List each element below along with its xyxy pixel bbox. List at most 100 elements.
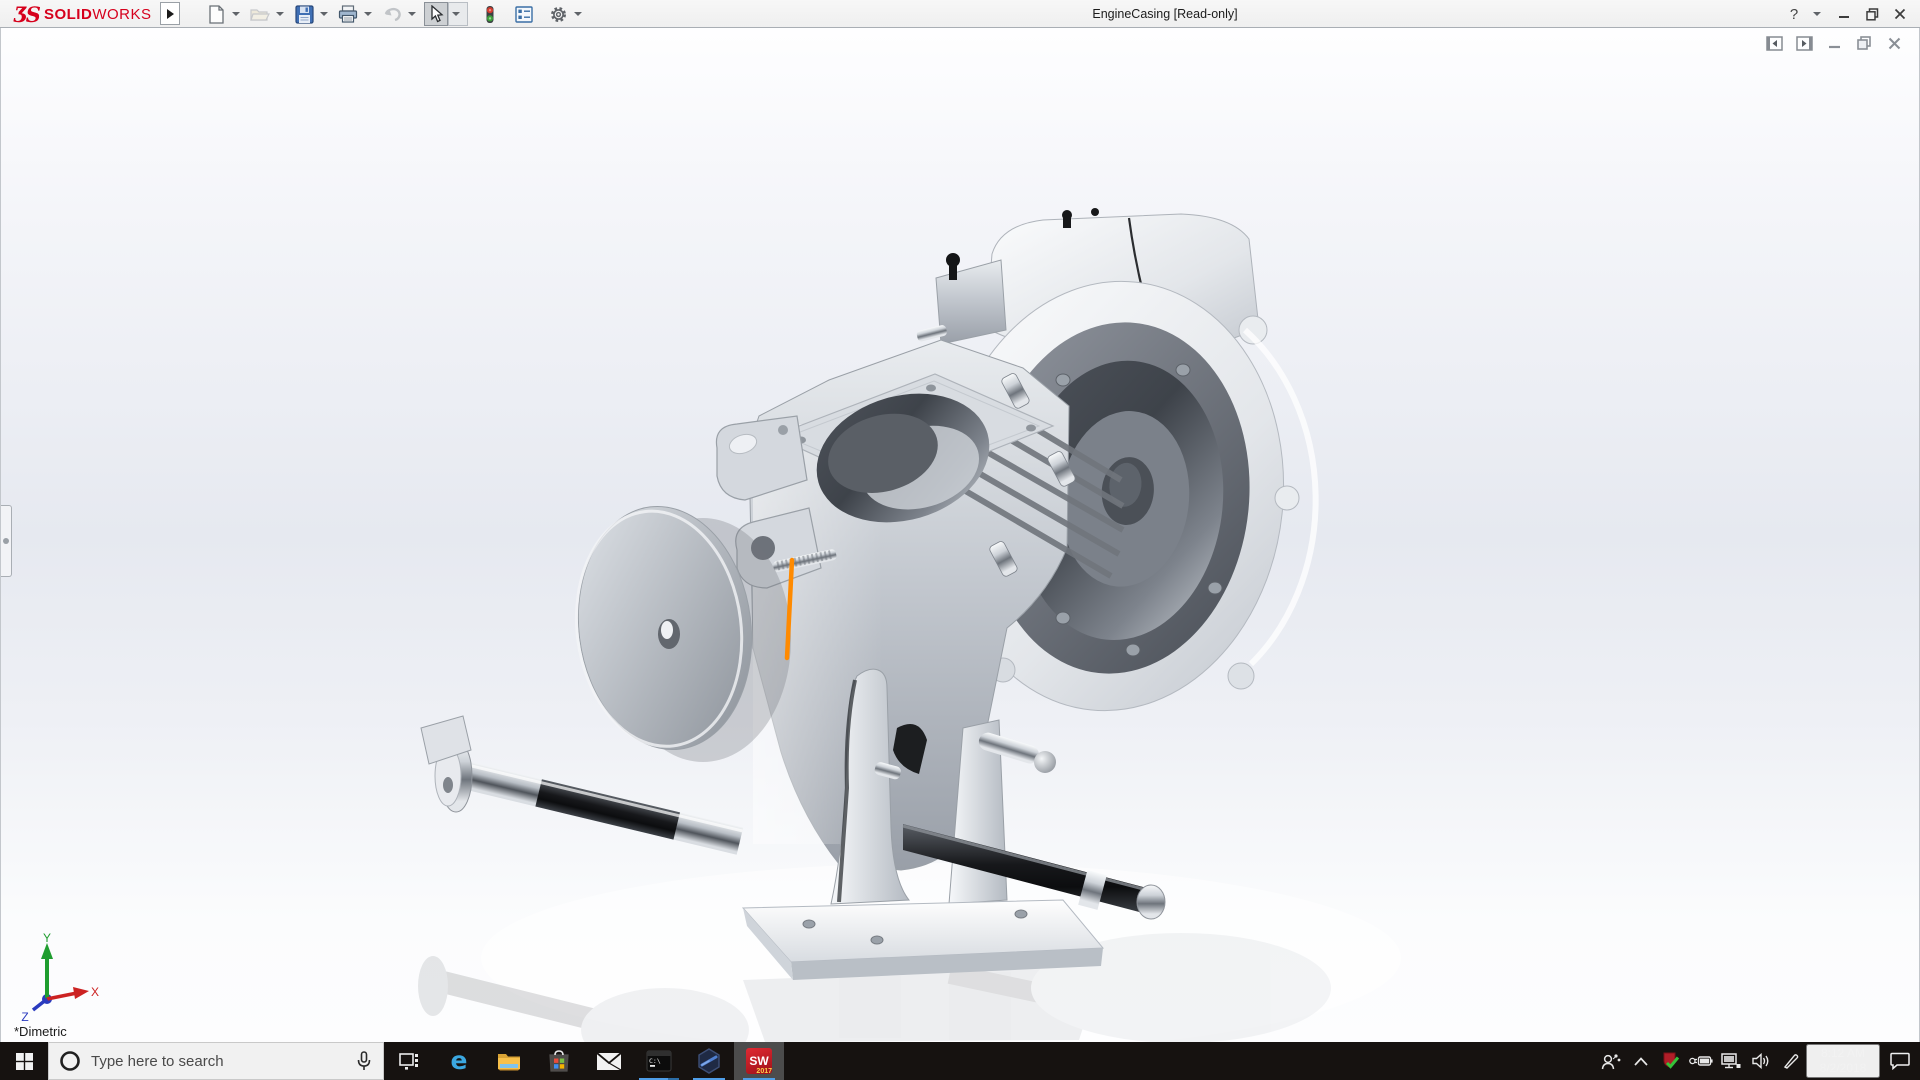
dropdown-caret-icon: [408, 12, 416, 16]
triad-z-label: Z: [21, 1010, 28, 1024]
dropdown-caret-icon: [364, 12, 372, 16]
save-button[interactable]: [292, 2, 316, 26]
solidworks-app-icon: SW 2017: [746, 1048, 772, 1074]
network-button[interactable]: [1716, 1042, 1746, 1080]
open-dropdown[interactable]: [272, 2, 292, 26]
people-button[interactable]: [1596, 1042, 1626, 1080]
new-document-dropdown[interactable]: [228, 2, 248, 26]
window-controls: ?: [1782, 0, 1912, 28]
dropdown-caret-icon: [276, 12, 284, 16]
svg-text:e: e: [451, 1048, 468, 1074]
print-button[interactable]: [336, 2, 360, 26]
cortana-icon: [59, 1050, 81, 1072]
chevron-up-icon: [1634, 1057, 1648, 1066]
restore-window-button[interactable]: [1860, 1, 1884, 27]
undo-dropdown[interactable]: [404, 2, 424, 26]
power-button[interactable]: [1686, 1042, 1716, 1080]
taskbar-clock[interactable]: 8:12 AM 8/2/2018: [1806, 1044, 1880, 1078]
windows-taskbar: Type here to search e: [0, 1042, 1920, 1080]
svg-text:C:\: C:\: [649, 1057, 661, 1065]
solidworks-2017-button[interactable]: SW 2017: [734, 1042, 784, 1080]
dropdown-caret-icon: [452, 12, 460, 16]
restore-icon: [1866, 8, 1879, 21]
taskbar-search-input[interactable]: Type here to search: [48, 1042, 384, 1080]
mail-icon: [596, 1052, 622, 1071]
windows-ink-button[interactable]: [1776, 1042, 1806, 1080]
help-dropdown-caret-icon[interactable]: [1813, 12, 1821, 16]
select-cursor-icon: [429, 5, 444, 23]
engine-casing-model[interactable]: [1, 28, 1920, 1042]
undo-button[interactable]: [380, 2, 404, 26]
new-document-icon: [208, 5, 225, 24]
select-dropdown[interactable]: [448, 2, 468, 26]
edrawings-icon: [696, 1048, 722, 1074]
select-button[interactable]: [424, 2, 448, 26]
system-tray: 8:12 AM 8/2/2018: [1596, 1042, 1920, 1080]
standard-toolbar: [204, 0, 590, 28]
mail-button[interactable]: [584, 1042, 634, 1080]
action-center-button[interactable]: [1880, 1042, 1920, 1080]
microphone-icon[interactable]: [357, 1051, 371, 1071]
close-window-button[interactable]: [1888, 1, 1912, 27]
volume-button[interactable]: [1746, 1042, 1776, 1080]
file-properties-button[interactable]: [512, 2, 536, 26]
open-button[interactable]: [248, 2, 272, 26]
minimize-window-button[interactable]: [1832, 1, 1856, 27]
view-orientation-label: *Dimetric: [14, 1024, 67, 1039]
triad-y-label: Y: [43, 933, 51, 945]
triad-x-label: X: [91, 985, 99, 999]
file-explorer-button[interactable]: [484, 1042, 534, 1080]
stoplight-icon: [484, 5, 496, 24]
new-document-button[interactable]: [204, 2, 228, 26]
action-center-icon: [1890, 1052, 1910, 1070]
start-button[interactable]: [0, 1042, 48, 1080]
solidworks-logo: ƷS SOLIDWORKS: [14, 2, 151, 26]
battery-plug-icon: [1689, 1054, 1713, 1068]
options-button[interactable]: [546, 2, 570, 26]
sw-resource-monitor-icon: [1661, 1051, 1681, 1071]
rebuild-stoplight-button[interactable]: [478, 2, 502, 26]
hidden-icons-button[interactable]: [1626, 1042, 1656, 1080]
pen-icon: [1782, 1052, 1800, 1070]
microsoft-edge-button[interactable]: e: [434, 1042, 484, 1080]
clock-date: 8/2/2018: [1812, 1061, 1874, 1076]
minimize-icon: [1838, 8, 1850, 20]
solidworks-resource-monitor[interactable]: [1656, 1042, 1686, 1080]
dropdown-caret-icon: [232, 12, 240, 16]
close-icon: [1894, 8, 1906, 20]
edrawings-button[interactable]: [684, 1042, 734, 1080]
undo-arrow-icon: [382, 6, 402, 22]
file-properties-icon: [515, 6, 533, 23]
print-icon: [338, 5, 358, 23]
clock-time: 8:12 AM: [1812, 1046, 1874, 1061]
command-prompt-button[interactable]: C:\: [634, 1042, 684, 1080]
task-view-icon: [399, 1052, 419, 1070]
dropdown-caret-icon: [574, 12, 582, 16]
save-floppy-icon: [295, 5, 314, 24]
windows-logo-icon: [16, 1053, 33, 1070]
options-dropdown[interactable]: [570, 2, 590, 26]
document-title: EngineCasing [Read-only]: [1000, 0, 1330, 28]
save-dropdown[interactable]: [316, 2, 336, 26]
options-gear-icon: [549, 5, 568, 24]
menu-flyout-arrow-button[interactable]: [160, 2, 180, 25]
graphics-viewport[interactable]: Y X Z *Dimetric: [0, 28, 1920, 1042]
help-button[interactable]: ?: [1782, 1, 1806, 27]
network-icon: [1721, 1053, 1741, 1070]
solidworks-window: ƷS SOLIDWORKS: [0, 0, 1920, 1080]
open-folder-icon: [250, 6, 270, 22]
print-dropdown[interactable]: [360, 2, 380, 26]
edge-icon: e: [446, 1048, 472, 1074]
titlebar: ƷS SOLIDWORKS: [0, 0, 1920, 28]
flyout-triangle-icon: [165, 8, 175, 20]
orientation-triad: Y X Z: [15, 933, 101, 1029]
speaker-icon: [1752, 1053, 1771, 1069]
microsoft-store-button[interactable]: [534, 1042, 584, 1080]
task-view-button[interactable]: [384, 1042, 434, 1080]
solidworks-wordmark: SOLIDWORKS: [44, 6, 152, 23]
store-icon: [547, 1049, 571, 1073]
search-placeholder: Type here to search: [91, 1053, 357, 1070]
solidworks-logo-mark: ƷS: [14, 2, 39, 27]
people-icon: [1601, 1052, 1621, 1070]
file-explorer-icon: [497, 1051, 521, 1071]
